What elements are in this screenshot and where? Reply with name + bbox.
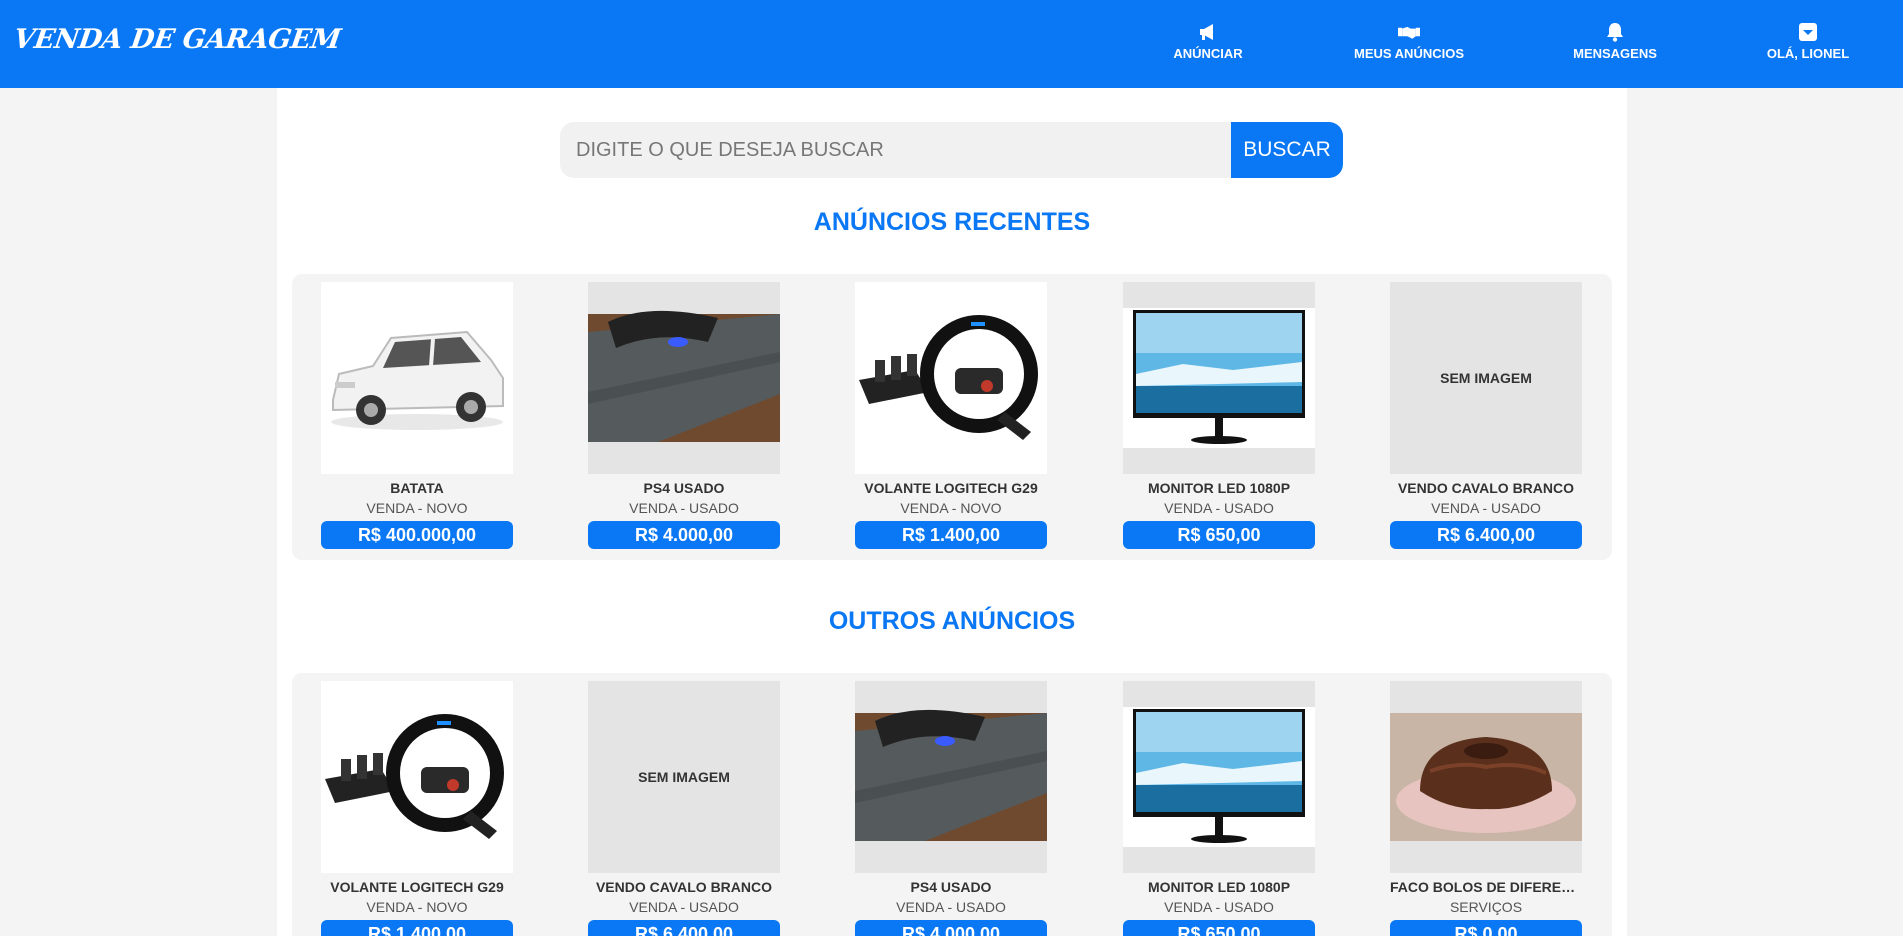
ad-thumbnail[interactable]: SEM IMAGEM (588, 681, 780, 873)
nav-label: MENSAGENS (1573, 46, 1657, 61)
ad-thumbnail[interactable] (588, 282, 780, 474)
nav-label: OLÁ, LIONEL (1766, 46, 1850, 61)
ad-card[interactable]: VOLANTE LOGITECH G29 VENDA - NOVO R$ 1.400… (321, 681, 513, 936)
ad-title[interactable]: VENDO CAVALO BRANCO (588, 879, 780, 895)
ad-title[interactable]: VENDO CAVALO BRANCO (1390, 480, 1582, 496)
other-ads-row: VOLANTE LOGITECH G29 VENDA - NOVO R$ 1.400… (292, 673, 1612, 936)
bell-icon (1607, 23, 1623, 42)
ad-title[interactable]: PS4 USADO (588, 480, 780, 496)
ad-thumbnail[interactable] (321, 282, 513, 474)
monitor-image (1123, 681, 1315, 873)
ad-card[interactable]: MONITOR LED 1080P VENDA - USADO R$ 650,00 (1123, 681, 1315, 936)
ad-card[interactable]: SEM IMAGEM VENDO CAVALO BRANCO VENDA - USA… (1390, 282, 1582, 549)
search-bar: BUSCAR (560, 122, 1343, 178)
ad-thumbnail[interactable] (321, 681, 513, 873)
no-image-label: SEM IMAGEM (638, 769, 730, 785)
megaphone-icon (1200, 24, 1213, 40)
search-input[interactable] (560, 122, 1231, 178)
handshake-icon (1398, 26, 1420, 39)
ad-card[interactable]: MONITOR LED 1080P VENDA - USADO R$ 650,00 (1123, 282, 1315, 549)
price-badge[interactable]: R$ 6.400,00 (588, 920, 780, 936)
ad-title[interactable]: PS4 USADO (855, 879, 1047, 895)
ad-category: SERVIÇOS (1449, 899, 1523, 915)
car-image (321, 282, 513, 474)
ad-category: VENDA - USADO (1164, 899, 1274, 915)
ad-thumbnail[interactable] (1390, 681, 1582, 873)
monitor-image (1123, 282, 1315, 474)
ad-thumbnail[interactable]: SEM IMAGEM (1390, 282, 1582, 474)
ad-thumbnail[interactable] (1123, 681, 1315, 873)
ad-card[interactable]: PS4 USADO VENDA - USADO R$ 4.000,00 (855, 681, 1047, 936)
price-badge[interactable]: R$ 0,00 (1390, 920, 1582, 936)
price-badge[interactable]: R$ 1.400,00 (321, 920, 513, 936)
nav-meus-anuncios[interactable]: MEUS ANÚNCIOS (1353, 22, 1465, 68)
ad-card[interactable]: SEM IMAGEM VENDO CAVALO BRANCO VENDA - USA… (588, 681, 780, 936)
ad-category: VENDA - NOVO (366, 500, 468, 516)
ad-title[interactable]: VOLANTE LOGITECH G29 (855, 480, 1047, 496)
no-image-label: SEM IMAGEM (1440, 370, 1532, 386)
price-badge[interactable]: R$ 650,00 (1123, 920, 1315, 936)
user-menu-icon (1799, 23, 1817, 41)
ad-title[interactable]: BATATA (321, 480, 513, 496)
nav-label: MEUS ANÚNCIOS (1353, 46, 1465, 61)
ad-category: VENDA - NOVO (366, 899, 468, 915)
price-badge[interactable]: R$ 1.400,00 (855, 521, 1047, 549)
ps4-image (855, 681, 1047, 873)
ad-title[interactable]: FACO BOLOS DE DIFERENTES SABORES (1390, 879, 1582, 895)
main-content: BUSCAR ANÚNCIOS RECENTES BATATA VENDA - N… (277, 88, 1627, 936)
price-badge[interactable]: R$ 400.000,00 (321, 521, 513, 549)
price-badge[interactable]: R$ 4.000,00 (855, 920, 1047, 936)
price-badge[interactable]: R$ 4.000,00 (588, 521, 780, 549)
nav-mensagens[interactable]: MENSAGENS (1573, 22, 1657, 68)
nav-anunciar[interactable]: ANÚNCIAR (1172, 22, 1244, 68)
ad-category: VENDA - USADO (896, 899, 1006, 915)
other-ads-title: OUTROS ANÚNCIOS (828, 607, 1076, 635)
search-button[interactable]: BUSCAR (1231, 122, 1343, 178)
ad-title[interactable]: VOLANTE LOGITECH G29 (321, 879, 513, 895)
ad-category: VENDA - USADO (629, 500, 739, 516)
brand-logo[interactable]: VENDA DE GARAGEM (12, 24, 343, 55)
ad-thumbnail[interactable] (855, 282, 1047, 474)
nav-user-menu[interactable]: OLÁ, LIONEL (1766, 22, 1850, 68)
price-badge[interactable]: R$ 650,00 (1123, 521, 1315, 549)
top-navbar: VENDA DE GARAGEM ANÚNCIAR MEUS ANÚNCIOS … (0, 0, 1903, 88)
nav-label: ANÚNCIAR (1173, 46, 1243, 61)
recent-ads-row: BATATA VENDA - NOVO R$ 400.000,00 PS4 USADO… (292, 274, 1612, 560)
ad-card[interactable]: BATATA VENDA - NOVO R$ 400.000,00 (321, 282, 513, 549)
steering-wheel-image (855, 282, 1047, 474)
ad-card[interactable]: FACO BOLOS DE DIFERENTES SABORES SERVIÇOS… (1390, 681, 1582, 936)
ad-title[interactable]: MONITOR LED 1080P (1123, 480, 1315, 496)
ad-card[interactable]: PS4 USADO VENDA - USADO R$ 4.000,00 (588, 282, 780, 549)
ad-thumbnail[interactable] (1123, 282, 1315, 474)
ad-card[interactable]: VOLANTE LOGITECH G29 VENDA - NOVO R$ 1.400… (855, 282, 1047, 549)
ad-category: VENDA - USADO (1431, 500, 1541, 516)
ad-category: VENDA - USADO (1164, 500, 1274, 516)
recent-ads-title: ANÚNCIOS RECENTES (813, 208, 1091, 236)
ps4-image (588, 282, 780, 474)
cake-image (1390, 681, 1582, 873)
price-badge[interactable]: R$ 6.400,00 (1390, 521, 1582, 549)
ad-category: VENDA - USADO (629, 899, 739, 915)
ad-category: VENDA - NOVO (900, 500, 1002, 516)
ad-title[interactable]: MONITOR LED 1080P (1123, 879, 1315, 895)
steering-wheel-image (321, 681, 513, 873)
ad-thumbnail[interactable] (855, 681, 1047, 873)
